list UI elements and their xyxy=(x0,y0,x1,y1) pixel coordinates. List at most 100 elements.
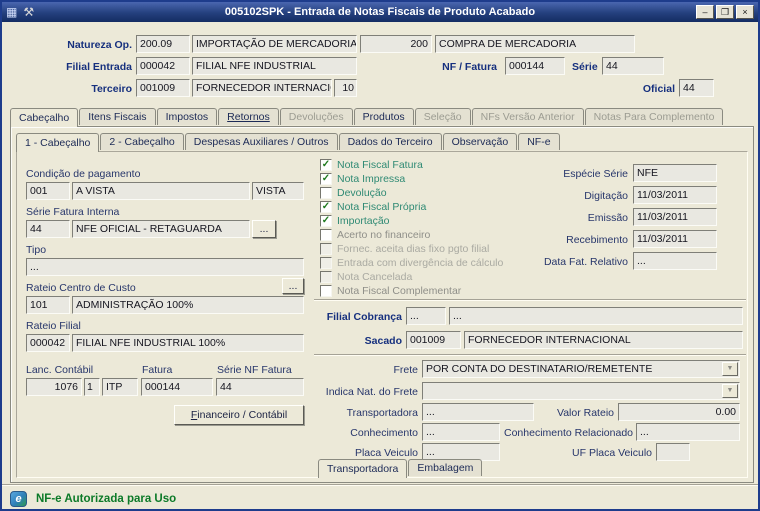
checkbox-devolucao[interactable]: Devolução xyxy=(320,187,387,199)
rateio-filial-code-field[interactable]: 000042 xyxy=(26,334,70,352)
checkbox-label: Fornec. aceita dias fixo pgto filial xyxy=(337,243,490,255)
frete-selected-value: POR CONTA DO DESTINATARIO/REMETENTE xyxy=(426,363,653,375)
serie-field[interactable]: 44 xyxy=(602,57,664,75)
frete-label: Frete xyxy=(393,364,418,376)
conhecimento-field[interactable]: ... xyxy=(422,423,500,441)
checkbox-nota-impressa[interactable]: ✓ Nota Impressa xyxy=(320,173,405,185)
checkbox-box xyxy=(320,257,332,269)
conhecimento-relacionado-field[interactable]: ... xyxy=(636,423,740,441)
tipo-field[interactable]: ... xyxy=(26,258,304,276)
nf-fatura-field[interactable]: 000144 xyxy=(505,57,565,75)
terceiro-desc-field[interactable]: FORNECEDOR INTERNACIONAL xyxy=(192,79,332,97)
emissao-label: Emissão xyxy=(587,212,628,224)
checkbox-label: Nota Fiscal Complementar xyxy=(337,285,462,297)
digitacao-label: Digitação xyxy=(584,190,628,202)
oficial-field[interactable]: 44 xyxy=(679,79,714,97)
emissao-field[interactable]: 11/03/2011 xyxy=(633,208,717,226)
close-button[interactable]: × xyxy=(736,5,754,19)
checkbox-acerto-no-financeiro[interactable]: Acerto no financeiro xyxy=(320,229,430,241)
filial-entrada-label: Filial Entrada xyxy=(66,61,132,73)
especie-serie-label: Espécie Série xyxy=(563,168,628,180)
status-message: NF-e Autorizada para Uso xyxy=(36,492,177,505)
indica-nat-frete-select[interactable]: ▼ xyxy=(422,382,740,400)
fatura-label: Fatura xyxy=(142,364,173,376)
app-grid-icon: ▦ xyxy=(6,5,18,19)
checkbox-nota-fiscal-propria[interactable]: ✓ Nota Fiscal Própria xyxy=(320,201,426,213)
tipo-operacao-desc-field[interactable]: COMPRA DE MERCADORIA xyxy=(435,35,635,53)
chevron-down-icon[interactable]: ▼ xyxy=(722,384,738,398)
tab-cabecalho[interactable]: Cabeçalho xyxy=(10,108,79,127)
serie-fatura-interna-label: Série Fatura Interna xyxy=(26,206,120,218)
checkbox-label: Acerto no financeiro xyxy=(337,229,431,241)
valor-rateio-field[interactable]: 0.00 xyxy=(618,403,740,421)
terceiro-loja-field[interactable]: 10 xyxy=(334,79,357,97)
transportadora-label: Transportadora xyxy=(346,407,418,419)
tab-devolucoes: Devoluções xyxy=(279,108,353,125)
tab-itens-fiscais[interactable]: Itens Fiscais xyxy=(79,108,156,125)
sub-tab-strip: 1 - Cabeçalho 2 - Cabeçalho Despesas Aux… xyxy=(16,133,561,152)
tab-retornos[interactable]: Retornos xyxy=(218,108,279,125)
tab-produtos[interactable]: Produtos xyxy=(353,108,414,125)
subtab-dados-do-terceiro[interactable]: Dados do Terceiro xyxy=(338,133,442,150)
terceiro-code-field[interactable]: 001009 xyxy=(136,79,190,97)
chevron-down-icon[interactable]: ▼ xyxy=(722,362,738,376)
condicao-pagamento-desc-field[interactable]: A VISTA xyxy=(72,182,250,200)
recebimento-field[interactable]: 11/03/2011 xyxy=(633,230,717,248)
rateio-centro-custo-desc-field[interactable]: ADMINISTRAÇÃO 100% xyxy=(72,296,304,314)
lanc-contabil-field[interactable]: 1076 xyxy=(26,378,82,396)
especie-serie-field[interactable]: NFE xyxy=(633,164,717,182)
minimize-button[interactable]: – xyxy=(696,5,714,19)
filial-entrada-code-field[interactable]: 000042 xyxy=(136,57,190,75)
natureza-op-desc-field[interactable]: IMPORTAÇÃO DE MERCADORIAS xyxy=(192,35,357,53)
data-fat-relativo-field[interactable]: ... xyxy=(633,252,717,270)
filial-cobranca-desc-field[interactable]: ... xyxy=(449,307,743,325)
tipo-operacao-code-field[interactable]: 200 xyxy=(360,35,432,53)
tab-transportadora[interactable]: Transportadora xyxy=(318,459,408,478)
financeiro-contabil-button[interactable]: Financeiro / Contábil xyxy=(174,405,304,425)
tab-impostos[interactable]: Impostos xyxy=(156,108,218,125)
checkbox-nota-fiscal-fatura[interactable]: ✓ Nota Fiscal Fatura xyxy=(320,159,423,171)
tipo-label: Tipo xyxy=(26,244,47,256)
checkbox-nota-fiscal-complementar[interactable]: Nota Fiscal Complementar xyxy=(320,285,461,297)
fatura-field[interactable]: 000144 xyxy=(141,378,213,396)
tools-wrench-icon: ⚒ xyxy=(23,5,35,19)
checkbox-label: Devolução xyxy=(337,187,387,199)
conhecimento-label: Conhecimento xyxy=(350,427,418,439)
subtab-despesas-auxiliares[interactable]: Despesas Auxiliares / Outros xyxy=(184,133,338,150)
status-bar: e NF-e Autorizada para Uso xyxy=(2,488,758,509)
sacado-desc-field[interactable]: FORNECEDOR INTERNACIONAL xyxy=(464,331,743,349)
serie-fatura-browse-button[interactable]: ... xyxy=(252,220,276,238)
rateio-filial-desc-field[interactable]: FILIAL NFE INDUSTRIAL 100% xyxy=(72,334,304,352)
tab-nfs-versao-anterior: NFs Versão Anterior xyxy=(471,108,584,125)
filial-entrada-desc-field[interactable]: FILIAL NFE INDUSTRIAL xyxy=(192,57,357,75)
natureza-op-code-field[interactable]: 200.09 xyxy=(136,35,190,53)
lanc-tipo-field[interactable]: ITP xyxy=(102,378,138,396)
uf-placa-veiculo-field[interactable] xyxy=(656,443,690,461)
condicao-pagamento-code-field[interactable]: 001 xyxy=(26,182,70,200)
subtab-observacao[interactable]: Observação xyxy=(442,133,518,150)
serie-fatura-code-field[interactable]: 44 xyxy=(26,220,70,238)
digitacao-field[interactable]: 11/03/2011 xyxy=(633,186,717,204)
filial-cobranca-label: Filial Cobrança xyxy=(326,311,402,323)
subtab-2-cabecalho[interactable]: 2 - Cabeçalho xyxy=(100,133,184,150)
sacado-code-field[interactable]: 001009 xyxy=(406,331,461,349)
checkbox-label: Nota Fiscal Fatura xyxy=(337,159,423,171)
checkbox-box: ✓ xyxy=(320,201,332,213)
serie-nf-fatura-field[interactable]: 44 xyxy=(216,378,304,396)
serie-fatura-desc-field[interactable]: NFE OFICIAL - RETAGUARDA xyxy=(72,220,250,238)
frete-select[interactable]: POR CONTA DO DESTINATARIO/REMETENTE ▼ xyxy=(422,360,740,378)
transporte-tab-strip: Transportadora Embalagem xyxy=(318,459,483,478)
checkbox-box: ✓ xyxy=(320,173,332,185)
checkbox-importacao[interactable]: ✓ Importação xyxy=(320,215,390,227)
transportadora-field[interactable]: ... xyxy=(422,403,534,421)
rateio-centro-custo-code-field[interactable]: 101 xyxy=(26,296,70,314)
rateio-centro-custo-browse-button[interactable]: ... xyxy=(282,278,304,294)
condicao-pagamento-tipo-field[interactable]: VISTA xyxy=(252,182,304,200)
maximize-button[interactable]: ❐ xyxy=(716,5,734,19)
subtab-nfe[interactable]: NF-e xyxy=(518,133,560,150)
filial-cobranca-code-field[interactable]: ... xyxy=(406,307,446,325)
subtab-1-cabecalho[interactable]: 1 - Cabeçalho xyxy=(16,133,100,152)
tab-embalagem[interactable]: Embalagem xyxy=(408,459,483,476)
lanc-seq-field[interactable]: 1 xyxy=(84,378,100,396)
title-bar[interactable]: ▦ ⚒ 005102SPK - Entrada de Notas Fiscais… xyxy=(2,2,758,22)
